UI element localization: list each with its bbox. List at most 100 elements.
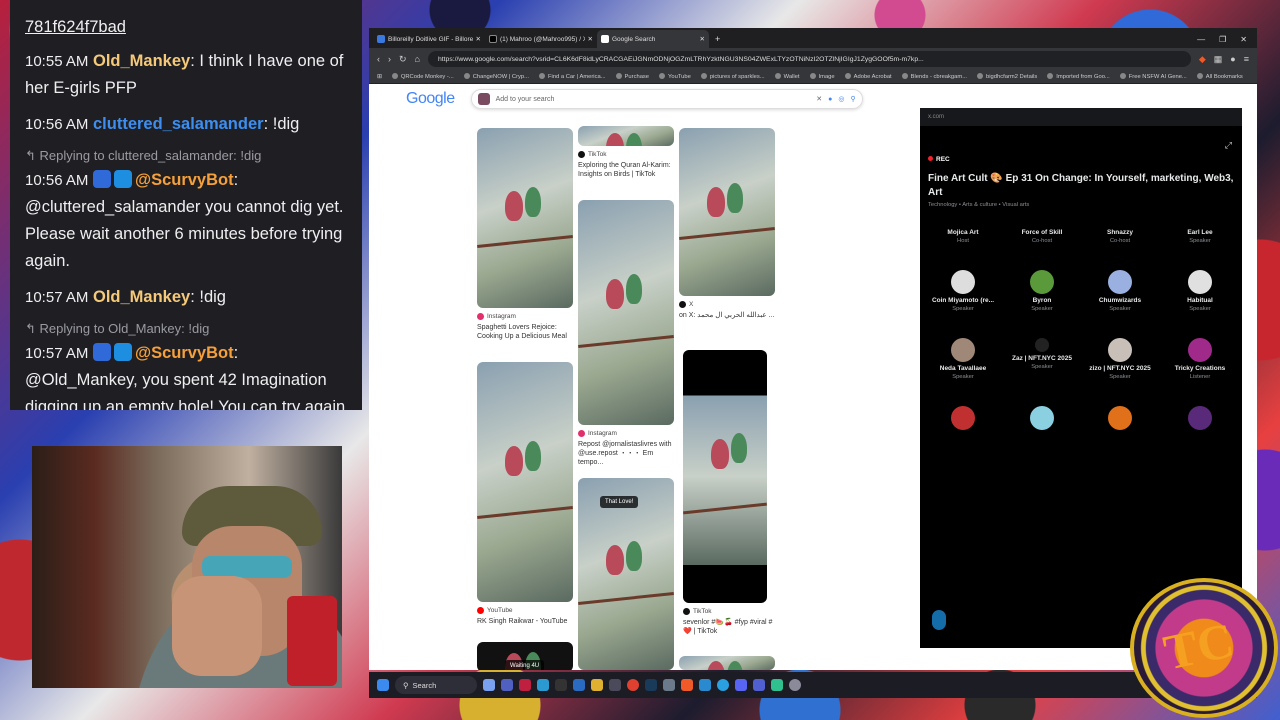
speaker[interactable]: Force of Skill Co-host — [1002, 226, 1082, 244]
result-image[interactable] — [679, 656, 775, 670]
bookmark-item[interactable]: bigdhcfarm2 Details — [977, 73, 1037, 80]
result-card[interactable]: Instagram Spaghetti Lovers Rejoice: Cook… — [477, 128, 573, 341]
app-icon[interactable] — [699, 679, 711, 691]
result-caption[interactable]: RK Singh Raikwar - YouTube — [477, 617, 573, 626]
google-logo[interactable]: Google — [406, 90, 455, 108]
app-icon[interactable] — [663, 679, 675, 691]
speaker[interactable] — [923, 406, 1003, 430]
speaker[interactable]: Byron Speaker — [1002, 270, 1082, 312]
mic-icon[interactable] — [932, 610, 946, 630]
close-icon[interactable]: ✕ — [588, 35, 593, 43]
app-icon[interactable] — [573, 679, 585, 691]
result-card[interactable]: Instagram Repost @jornalistaslivres with… — [578, 200, 674, 467]
app-icon[interactable] — [537, 679, 549, 691]
speaker[interactable] — [1160, 406, 1240, 430]
bookmark-item[interactable]: Free NSFW AI Gene... — [1120, 73, 1187, 80]
bookmark-item[interactable]: pictures of sparkles... — [701, 73, 765, 80]
chrome-icon[interactable] — [627, 679, 639, 691]
result-image[interactable] — [477, 128, 573, 308]
tab-x-mahroo[interactable]: (1) Mahroo (@Mahroo995) / X ✕ — [485, 30, 597, 48]
app-icon[interactable] — [771, 679, 783, 691]
chat-username[interactable]: @ScurvyBot — [135, 171, 234, 189]
brave-shield-icon[interactable]: ◆ — [1199, 54, 1206, 65]
brave-icon[interactable] — [681, 679, 693, 691]
result-source[interactable]: X — [679, 301, 775, 308]
result-card[interactable]: TikTok Exploring the Quran Al-Karim: Ins… — [578, 126, 674, 179]
bookmark-item[interactable]: Image — [810, 73, 835, 80]
result-image[interactable] — [578, 200, 674, 425]
search-icon[interactable]: ⚲ — [850, 95, 855, 103]
window-close-icon[interactable]: ✕ — [1240, 35, 1247, 44]
result-card[interactable]: TikTok sevenlor #🍉🍒 #fyp #viral #❤️ | Ti… — [683, 350, 779, 636]
speaker[interactable]: Zaz | NFT.NYC 2025 Speaker — [1002, 338, 1082, 370]
extensions-icon[interactable]: ▦ — [1214, 54, 1223, 65]
taskbar-search[interactable]: ⚲ Search — [395, 676, 477, 694]
result-caption[interactable]: Repost @jornalistaslivres with @use.repo… — [578, 440, 674, 467]
chat-username[interactable]: cluttered_salamander — [93, 115, 264, 133]
speaker[interactable]: Neda Tavallaee Speaker — [923, 338, 1003, 380]
result-card[interactable] — [679, 656, 775, 670]
app-icon[interactable] — [753, 679, 765, 691]
result-card[interactable]: YouTube RK Singh Raikwar - YouTube — [477, 362, 573, 626]
speaker[interactable]: zizo | NFT.NYC 2025 Speaker — [1080, 338, 1160, 380]
url-field[interactable]: https://www.google.com/search?vsrid=CL6K… — [427, 51, 1191, 67]
result-source[interactable]: Instagram — [477, 313, 573, 320]
steam-icon[interactable] — [645, 679, 657, 691]
apps-icon[interactable]: ⊞ — [377, 74, 382, 80]
result-card[interactable]: Waiting 4U — [477, 642, 573, 670]
result-source[interactable]: Instagram — [578, 430, 674, 437]
bookmark-item[interactable]: Adobe Acrobat — [845, 73, 892, 80]
menu-icon[interactable]: ≡ — [1244, 54, 1249, 64]
result-card[interactable]: That Love! — [578, 478, 674, 670]
app-icon[interactable] — [609, 679, 621, 691]
chat-username[interactable]: Old_Mankey — [93, 52, 190, 70]
speaker[interactable]: Tricky Creations Listener — [1160, 338, 1240, 380]
bookmark-item[interactable]: YouTube — [659, 73, 691, 80]
result-image[interactable] — [683, 350, 767, 603]
settings-icon[interactable] — [789, 679, 801, 691]
bookmark-item[interactable]: Wallet — [775, 73, 800, 80]
result-source[interactable]: YouTube — [477, 607, 573, 614]
profile-icon[interactable]: ● — [1230, 54, 1235, 64]
tab-billoreilly[interactable]: Billoreilly Doitlive GIF - Billoreilly D… — [373, 30, 485, 48]
app-icon[interactable] — [519, 679, 531, 691]
bookmark-item[interactable]: Find a Car | America... — [539, 73, 606, 80]
result-image[interactable] — [578, 126, 674, 146]
bookmark-item[interactable]: All Bookmarks — [1197, 73, 1243, 80]
result-source[interactable]: TikTok — [578, 151, 674, 158]
bookmark-item[interactable]: Purchase — [616, 73, 650, 80]
windows-start-icon[interactable] — [377, 679, 389, 691]
result-source[interactable]: TikTok — [683, 608, 779, 615]
speaker[interactable]: Earl Lee Speaker — [1160, 226, 1240, 244]
bookmark-icon[interactable]: ⌂ — [415, 54, 420, 64]
result-caption[interactable]: on X: عبدالله الحربي ال محمد ... — [679, 311, 775, 320]
speaker[interactable]: Shnazzy Co-host — [1080, 226, 1160, 244]
terminal-icon[interactable] — [555, 679, 567, 691]
result-caption[interactable]: sevenlor #🍉🍒 #fyp #viral #❤️ | TikTok — [683, 618, 779, 636]
bookmark-item[interactable]: QRCode Monkey -... — [392, 73, 454, 80]
restore-icon[interactable]: ❐ — [1219, 35, 1226, 44]
clear-icon[interactable]: ✕ — [816, 95, 822, 103]
tab-google-search[interactable]: Google Search ✕ — [597, 30, 709, 48]
folder-icon[interactable] — [591, 679, 603, 691]
app-icon[interactable] — [501, 679, 513, 691]
close-icon[interactable]: ✕ — [700, 35, 705, 43]
speaker[interactable]: Mojica Art Host — [923, 226, 1003, 244]
bookmark-item[interactable]: ChangeNOW | Cryp... — [464, 73, 529, 80]
chat-username[interactable]: @ScurvyBot — [135, 344, 234, 362]
speaker[interactable] — [1080, 406, 1160, 430]
mic-icon[interactable]: ● — [828, 96, 832, 103]
discord-icon[interactable] — [735, 679, 747, 691]
bookmark-item[interactable]: Imported from Goo... — [1047, 73, 1109, 80]
result-image[interactable] — [679, 128, 775, 296]
copilot-icon[interactable] — [483, 679, 495, 691]
speaker[interactable]: Chumwizards Speaker — [1080, 270, 1160, 312]
search-input[interactable]: Add to your search — [496, 96, 811, 103]
speaker[interactable]: Coin Miyamoto (re... Speaker — [923, 270, 1003, 312]
google-search-box[interactable]: Add to your search ✕ ● ◎ ⚲ — [470, 89, 863, 109]
reload-icon[interactable]: ↻ — [399, 54, 407, 65]
chat-username[interactable]: Old_Mankey — [93, 288, 190, 306]
lens-icon[interactable]: ◎ — [838, 95, 844, 103]
back-icon[interactable]: ‹ — [377, 54, 380, 64]
minimize-icon[interactable]: — — [1197, 35, 1205, 44]
